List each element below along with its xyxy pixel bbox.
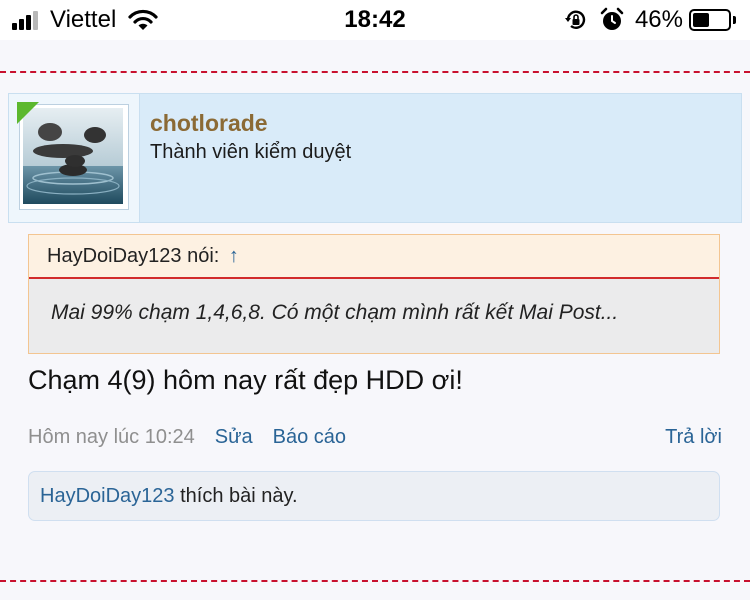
user-card: chotlorade Thành viên kiểm duyệt xyxy=(8,93,742,223)
post-date[interactable]: Hôm nay lúc 10:24 xyxy=(28,426,195,449)
likes-text: thích bài này. xyxy=(180,485,298,507)
quote-text: Mai 99% chạm 1,4,6,8. Có một chạm mình r… xyxy=(51,301,619,324)
post-meta: Hôm nay lúc 10:24 Sửa Báo cáo xyxy=(28,426,366,449)
bottom-divider xyxy=(0,580,750,582)
status-right: 46% xyxy=(563,6,736,34)
status-bar: Viettel 18:42 46% xyxy=(0,0,750,40)
avatar-panel xyxy=(9,94,140,222)
report-link[interactable]: Báo cáo xyxy=(273,426,346,449)
rotation-lock-icon xyxy=(564,10,586,29)
battery-icon xyxy=(689,9,736,31)
likes-summary: HayDoiDay123 thích bài này. xyxy=(28,471,720,521)
quote-header: HayDoiDay123 nói: ↑ xyxy=(29,235,719,279)
liker-username[interactable]: HayDoiDay123 xyxy=(40,485,175,507)
edit-link[interactable]: Sửa xyxy=(215,426,253,449)
author-title: Thành viên kiểm duyệt xyxy=(150,141,352,163)
online-indicator xyxy=(17,102,39,124)
top-divider xyxy=(0,71,750,73)
post-message: Chạm 4(9) hôm nay rất đẹp HDD ơi! xyxy=(28,365,463,395)
quote-attribution: HayDoiDay123 nói: xyxy=(47,245,220,267)
reply-link[interactable]: Trả lời xyxy=(665,426,722,449)
quote-block: HayDoiDay123 nói: ↑ Mai 99% chạm 1,4,6,8… xyxy=(28,234,720,354)
battery-percent: 46% xyxy=(634,6,683,33)
author-username[interactable]: chotlorade xyxy=(150,110,268,137)
alarm-icon xyxy=(600,7,624,30)
quote-jump-arrow-icon[interactable]: ↑ xyxy=(229,245,239,267)
